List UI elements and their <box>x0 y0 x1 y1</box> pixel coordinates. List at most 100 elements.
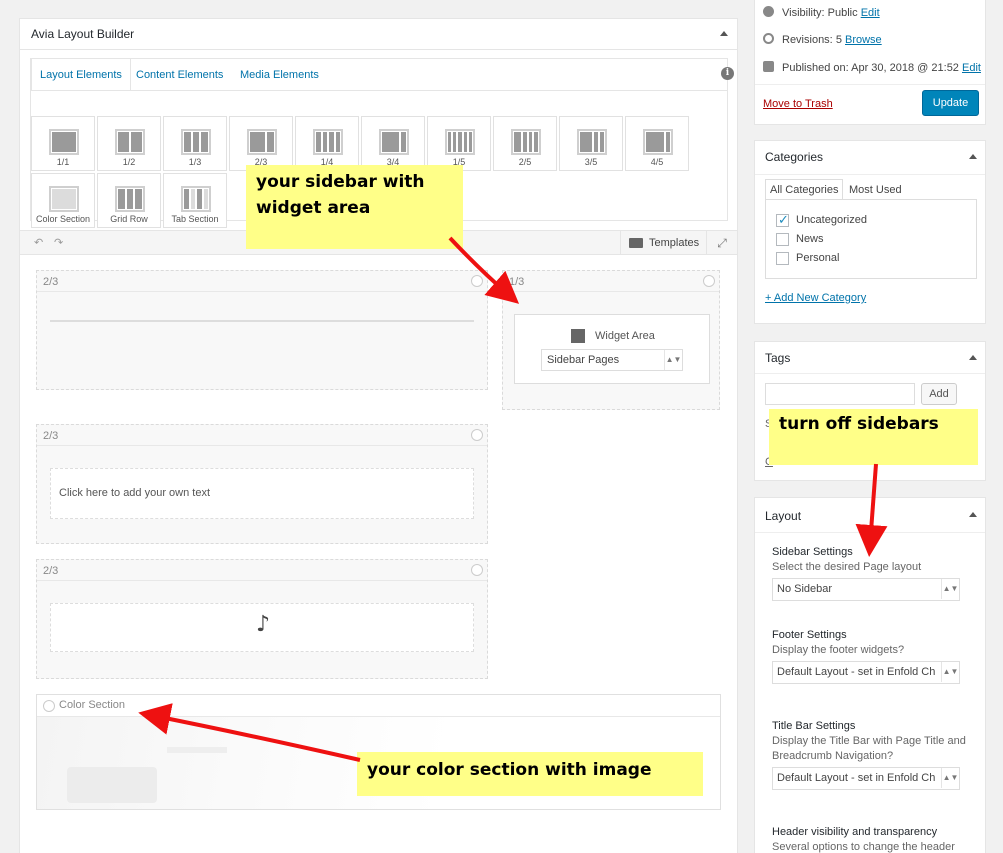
element-color-section-button[interactable]: Color Section <box>31 173 95 228</box>
column-1-1-icon <box>49 129 79 155</box>
element-label: 4/5 <box>650 157 664 167</box>
element-1-1-button[interactable]: 1/1 <box>31 116 95 171</box>
text-block-placeholder: Click here to add your own text <box>59 487 211 499</box>
element-3-4-button[interactable]: 3/4 <box>361 116 425 171</box>
column-toggle-icon[interactable] <box>471 275 483 287</box>
separator-element[interactable] <box>50 320 474 322</box>
category-label: News <box>796 233 824 245</box>
tab-content-elements[interactable]: Content Elements <box>128 59 231 91</box>
element-1-4-button[interactable]: 1/4 <box>295 116 359 171</box>
categories-panel: Categories All Categories Most Used ✓ Un… <box>754 140 986 324</box>
column-toggle-icon[interactable] <box>471 429 483 441</box>
background-image-figure <box>167 747 227 753</box>
element-tab-section-button[interactable]: Tab Section <box>163 173 227 228</box>
layout-panel: Layout Sidebar Settings Select the desir… <box>754 497 986 853</box>
calendar-icon <box>763 61 774 72</box>
column-toggle-icon[interactable] <box>471 564 483 576</box>
title-bar-settings-select[interactable]: Default Layout - set in Enfold Ch ▲▼ <box>772 767 960 790</box>
revisions-browse-link[interactable]: Browse <box>845 34 882 46</box>
divider <box>20 49 737 50</box>
column-size-label: 1/3 <box>509 276 525 288</box>
info-icon[interactable]: i <box>721 67 734 80</box>
title-bar-settings-desc: Display the Title Bar with Page Title an… <box>772 735 966 762</box>
templates-label: Templates <box>649 237 700 249</box>
tab-section-icon <box>181 186 211 212</box>
published-date: Apr 30, 2018 @ 21:52 <box>851 62 959 74</box>
element-label: 1/2 <box>122 157 136 167</box>
tab-layout-elements[interactable]: Layout Elements <box>31 58 131 91</box>
column-block[interactable]: 1/3 Widget Area Sidebar Pages ▲▼ <box>502 270 720 410</box>
checkbox-personal[interactable] <box>776 252 789 265</box>
element-label: 3/5 <box>584 157 598 167</box>
column-toggle-icon[interactable] <box>703 275 715 287</box>
column-header: 2/3 <box>37 425 487 446</box>
collapse-tags-icon[interactable] <box>969 355 977 360</box>
grid-row-icon <box>115 186 145 212</box>
select-arrows-icon: ▲▼ <box>941 662 959 682</box>
divider <box>755 84 985 85</box>
move-to-trash-link[interactable]: Move to Trash <box>763 98 833 110</box>
audio-player-element[interactable]: ♪ <box>50 603 474 652</box>
element-2-5-button[interactable]: 2/5 <box>493 116 557 171</box>
element-2-3-button[interactable]: 2/3 <box>229 116 293 171</box>
visibility-edit-link[interactable]: Edit <box>861 7 880 19</box>
tab-most-used[interactable]: Most Used <box>849 184 902 196</box>
revisions-icon <box>763 33 774 44</box>
element-3-5-button[interactable]: 3/5 <box>559 116 623 171</box>
column-1-2-icon <box>115 129 145 155</box>
column-1-3-icon <box>181 129 211 155</box>
element-label: Color Section <box>35 214 91 224</box>
footer-settings-select[interactable]: Default Layout - set in Enfold Ch ▲▼ <box>772 661 960 684</box>
column-header: 2/3 <box>37 271 487 292</box>
templates-icon <box>629 238 643 248</box>
column-block[interactable]: 2/3 <box>36 270 488 390</box>
column-3-5-icon <box>577 129 607 155</box>
checkbox-uncategorized[interactable]: ✓ <box>776 212 789 227</box>
published-edit-link[interactable]: Edit <box>962 62 981 74</box>
text-block-element[interactable]: Click here to add your own text <box>50 468 474 519</box>
collapse-categories-icon[interactable] <box>969 154 977 159</box>
collapse-layout-icon[interactable] <box>969 512 977 517</box>
column-4-5-icon <box>643 129 673 155</box>
element-4-5-button[interactable]: 4/5 <box>625 116 689 171</box>
add-new-category-link[interactable]: + Add New Category <box>765 292 866 304</box>
sidebar-settings-desc: Select the desired Page layout <box>772 561 922 573</box>
column-block[interactable]: 2/3 Click here to add your own text <box>36 424 488 544</box>
column-size-label: 2/3 <box>43 430 59 442</box>
column-2-5-icon <box>511 129 541 155</box>
element-1-5-button[interactable]: 1/5 <box>427 116 491 171</box>
element-1-3-button[interactable]: 1/3 <box>163 116 227 171</box>
redo-icon[interactable]: ↷ <box>54 236 63 249</box>
templates-button[interactable]: Templates <box>620 231 706 255</box>
sidebar-settings-heading: Sidebar Settings <box>772 546 853 558</box>
checkbox-news[interactable] <box>776 233 789 246</box>
publish-panel: Visibility: Public Edit Revisions: 5 Bro… <box>754 0 986 125</box>
header-visibility-heading: Header visibility and transparency <box>772 826 938 838</box>
update-button[interactable]: Update <box>922 90 979 116</box>
check-icon: ✓ <box>778 212 789 227</box>
tag-input[interactable] <box>765 383 915 405</box>
visibility-row: Visibility: Public Edit <box>763 6 880 19</box>
color-section-toggle-icon[interactable] <box>43 700 55 712</box>
add-tag-button[interactable]: Add <box>921 383 957 405</box>
music-note-icon: ♪ <box>256 612 271 637</box>
divider <box>755 373 985 374</box>
column-block[interactable]: 2/3 ♪ <box>36 559 488 679</box>
undo-icon[interactable]: ↶ <box>34 236 43 249</box>
widget-area-element[interactable]: Widget Area Sidebar Pages ▲▼ <box>514 314 710 384</box>
background-image-figure <box>67 767 157 803</box>
revisions-count: 5 <box>835 34 842 46</box>
fullscreen-icon[interactable]: ⤢ <box>706 231 737 255</box>
element-label: 1/1 <box>56 157 70 167</box>
collapse-builder-icon[interactable] <box>720 31 728 36</box>
column-size-label: 2/3 <box>43 565 59 577</box>
published-label: Published on: <box>782 62 849 74</box>
widget-area-select[interactable]: Sidebar Pages ▲▼ <box>541 349 683 371</box>
tab-media-elements[interactable]: Media Elements <box>232 59 327 91</box>
element-grid-row-button[interactable]: Grid Row <box>97 173 161 228</box>
element-1-2-button[interactable]: 1/2 <box>97 116 161 171</box>
tab-all-categories[interactable]: All Categories <box>765 179 843 200</box>
avia-layout-builder-panel: Avia Layout Builder Layout Elements Cont… <box>19 18 738 853</box>
sidebar-settings-select[interactable]: No Sidebar ▲▼ <box>772 578 960 601</box>
divider <box>755 174 985 175</box>
